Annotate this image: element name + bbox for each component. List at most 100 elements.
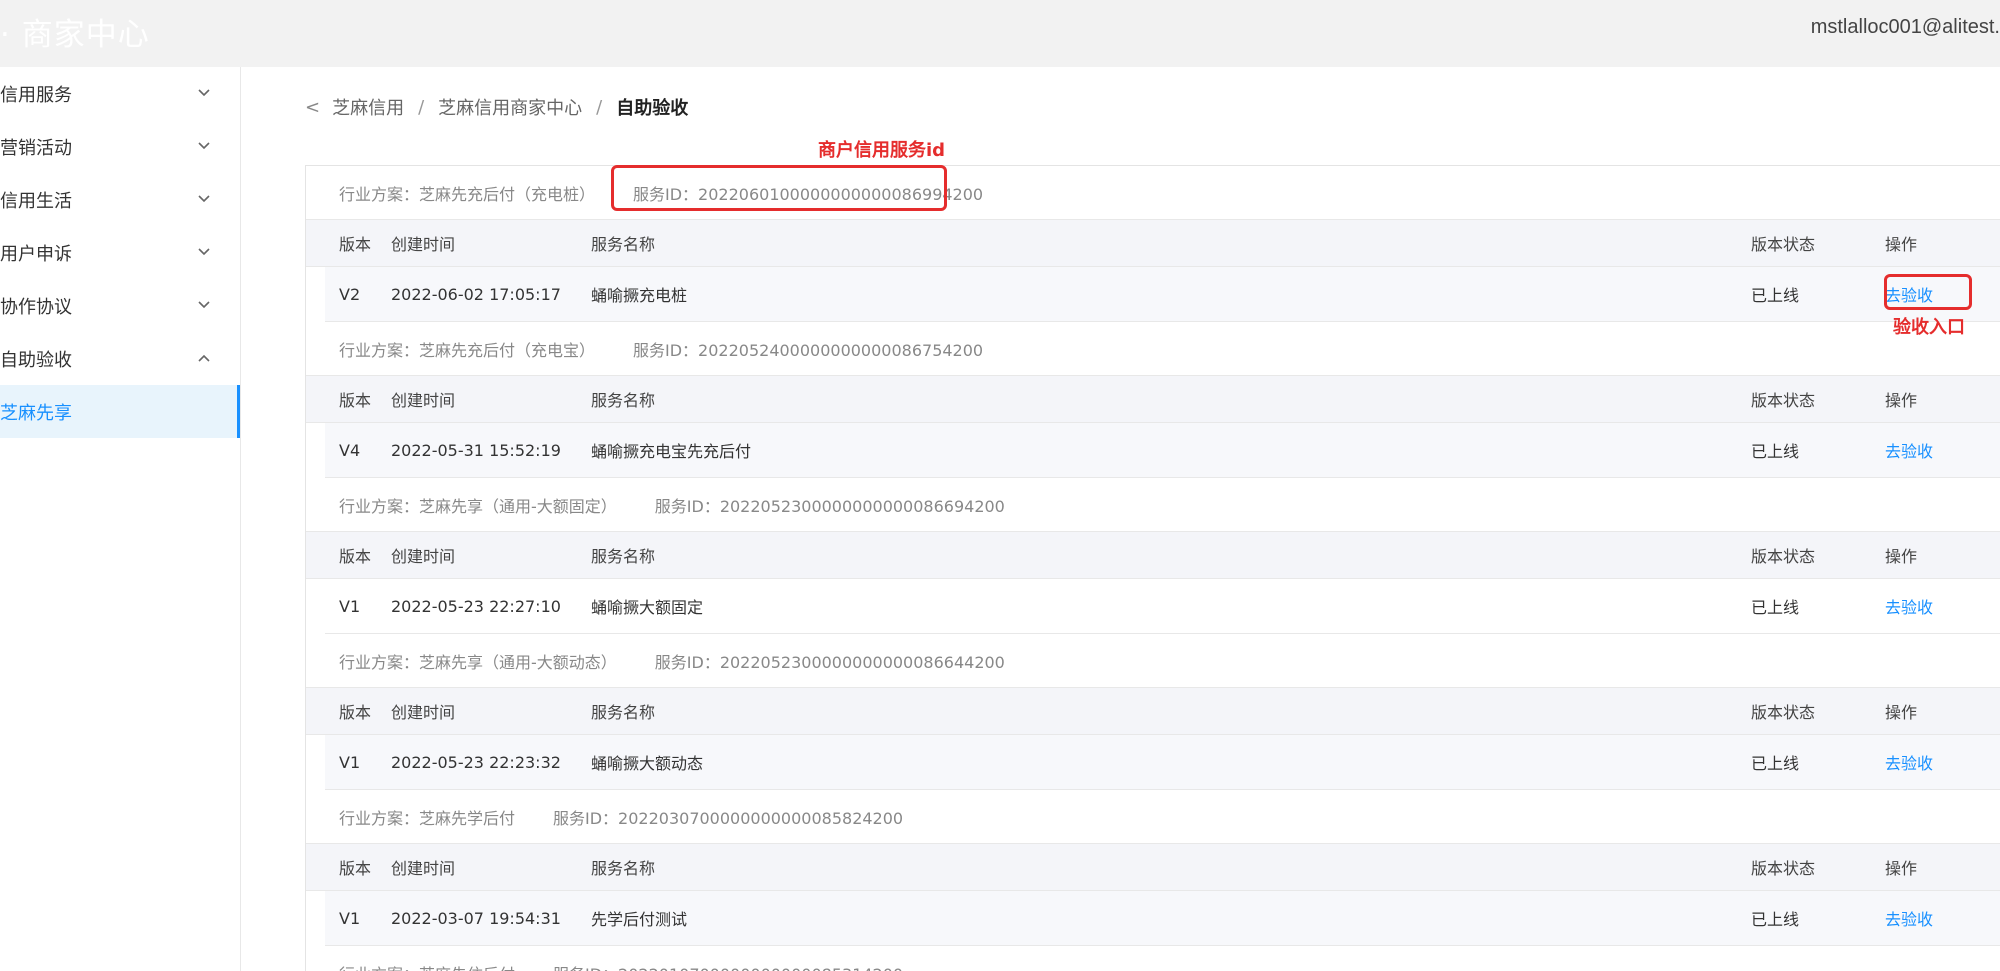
- cell-version: V4: [339, 440, 361, 460]
- col-name: 服务名称: [591, 391, 656, 410]
- col-action: 操作: [1885, 547, 1918, 566]
- col-version: 版本: [339, 859, 372, 878]
- service-id: 服务ID：2022010700000000000085314200: [553, 961, 903, 971]
- service-id: 服务ID：2022052400000000000086754200: [633, 340, 984, 360]
- cell-name: 蛹喻撅充电宝先充后付: [591, 442, 752, 461]
- col-name: 服务名称: [591, 235, 656, 254]
- user-account[interactable]: mstlalloc001@alitest.: [1811, 16, 2000, 39]
- col-action: 操作: [1885, 391, 1918, 410]
- chevron-down-icon: [198, 195, 210, 203]
- scheme-label: 行业方案：芝麻先充后付（充电桩）: [339, 184, 596, 204]
- group-header: 行业方案：芝麻先享（通用-大额动态） 服务ID：2022052300000000…: [306, 634, 2000, 687]
- breadcrumb-separator: /: [596, 96, 603, 118]
- sidebar-item-label: 信用服务: [0, 84, 72, 106]
- cell-version: V1: [339, 596, 361, 616]
- table-header: 版本 创建时间 服务名称 版本状态 操作: [306, 843, 2000, 891]
- breadcrumb-item[interactable]: 芝麻信用: [332, 94, 404, 120]
- sidebar-item-credit-life[interactable]: 信用生活: [0, 173, 240, 226]
- chevron-down-icon: [198, 248, 210, 256]
- scheme-label: 行业方案：芝麻先充后付（充电宝）: [339, 340, 596, 360]
- col-action: 操作: [1885, 703, 1918, 722]
- col-action: 操作: [1885, 859, 1918, 878]
- cell-created: 2022-03-07 19:54:31: [391, 908, 561, 928]
- cell-name: 蛹喻撅大额动态: [591, 754, 704, 773]
- breadcrumb-separator: /: [418, 96, 425, 118]
- cell-version: V1: [339, 752, 361, 772]
- cell-status: 已上线: [1751, 754, 1800, 773]
- table-row: V1 2022-05-23 22:23:32 蛹喻撅大额动态 已上线 去验收: [325, 735, 2000, 790]
- col-name: 服务名称: [591, 703, 656, 722]
- chevron-down-icon: [198, 142, 210, 150]
- col-created: 创建时间: [391, 859, 456, 878]
- table-row: V1 2022-03-07 19:54:31 先学后付测试 已上线 去验收: [325, 891, 2000, 946]
- breadcrumb: < 芝麻信用 / 芝麻信用商家中心 / 自助验收: [305, 94, 688, 120]
- col-created: 创建时间: [391, 703, 456, 722]
- service-id: 服务ID：2022030700000000000085824200: [553, 808, 904, 828]
- col-name: 服务名称: [591, 547, 656, 566]
- scheme-label: 行业方案：芝麻先学后付: [339, 808, 516, 828]
- cell-name: 蛹喻撅充电桩: [591, 286, 688, 305]
- cell-status: 已上线: [1751, 910, 1800, 929]
- group-header: 行业方案：芝麻先学后付 服务ID：20220307000000000000858…: [306, 790, 2000, 843]
- table-header: 版本 创建时间 服务名称 版本状态 操作: [306, 375, 2000, 423]
- sidebar-item-label: 自助验收: [0, 349, 72, 371]
- col-status: 版本状态: [1751, 235, 1816, 254]
- scheme-label: 行业方案：芝麻先享（通用-大额动态）: [339, 652, 617, 672]
- accept-link[interactable]: 去验收: [1885, 750, 1985, 774]
- chevron-down-icon: [198, 301, 210, 309]
- col-action: 操作: [1885, 235, 1918, 254]
- group-header: 行业方案：芝麻先享（通用-大额固定） 服务ID：2022052300000000…: [306, 478, 2000, 531]
- sidebar-item-zhima-xianxiang[interactable]: 芝麻先享: [0, 385, 240, 438]
- sidebar-item-marketing[interactable]: 营销活动: [0, 120, 240, 173]
- group-header: 行业方案：芝麻先充后付（充电宝） 服务ID：202205240000000000…: [306, 322, 2000, 375]
- annotation-service-id-label: 商户信用服务id: [818, 140, 946, 161]
- breadcrumb-item[interactable]: 芝麻信用商家中心: [438, 94, 582, 120]
- col-status: 版本状态: [1751, 547, 1816, 566]
- table-row: V1 2022-05-23 22:27:10 蛹喻撅大额固定 已上线 去验收: [325, 579, 2000, 634]
- breadcrumb-current: 自助验收: [616, 98, 689, 119]
- scheme-label: 行业方案：芝麻先住后付: [339, 961, 515, 971]
- cell-status: 已上线: [1751, 442, 1800, 461]
- table-header: 版本 创建时间 服务名称 版本状态 操作: [306, 531, 2000, 579]
- sidebar-item-label: 芝麻先享: [0, 402, 72, 424]
- col-status: 版本状态: [1751, 859, 1816, 878]
- main-content: < 芝麻信用 / 芝麻信用商家中心 / 自助验收 行业方案：芝麻先充后付（充电桩…: [242, 67, 2000, 971]
- sidebar-item-self-acceptance[interactable]: 自助验收: [0, 332, 240, 385]
- cell-status: 已上线: [1751, 286, 1800, 305]
- table-row: V2 2022-06-02 17:05:17 蛹喻撅充电桩 已上线 去验收: [325, 267, 2000, 322]
- brand-title: · 商家中心: [0, 17, 150, 53]
- cell-status: 已上线: [1751, 598, 1800, 617]
- back-icon[interactable]: <: [305, 97, 320, 118]
- col-version: 版本: [339, 703, 372, 722]
- service-table: 行业方案：芝麻先充后付（充电桩） 服务ID：202206010000000000…: [305, 165, 2000, 971]
- col-version: 版本: [339, 391, 372, 410]
- group-header: 行业方案：芝麻先充后付（充电桩） 服务ID：202206010000000000…: [306, 166, 2000, 219]
- col-status: 版本状态: [1751, 391, 1816, 410]
- top-header: · 商家中心 mstlalloc001@alitest.: [0, 0, 2000, 67]
- col-name: 服务名称: [591, 859, 656, 878]
- col-created: 创建时间: [391, 391, 456, 410]
- sidebar: 信用服务 营销活动 信用生活 用户申诉 协作协议 自助验收 芝麻先享: [0, 67, 241, 971]
- cell-created: 2022-05-31 15:52:19: [391, 440, 561, 460]
- sidebar-item-label: 协作协议: [0, 296, 72, 318]
- cell-created: 2022-05-23 22:27:10: [391, 596, 561, 616]
- chevron-up-icon: [198, 354, 210, 362]
- sidebar-item-credit-service[interactable]: 信用服务: [0, 67, 240, 120]
- sidebar-item-agreement[interactable]: 协作协议: [0, 279, 240, 332]
- sidebar-item-user-appeal[interactable]: 用户申诉: [0, 226, 240, 279]
- cell-name: 先学后付测试: [591, 910, 688, 929]
- col-version: 版本: [339, 235, 372, 254]
- accept-link[interactable]: 去验收: [1885, 438, 1985, 462]
- annotation-service-id-box: [611, 165, 947, 211]
- accept-link[interactable]: 去验收: [1885, 594, 1985, 618]
- cell-name: 蛹喻撅大额固定: [591, 598, 704, 617]
- col-status: 版本状态: [1751, 703, 1816, 722]
- annotation-entry-label: 验收入口: [1893, 317, 1965, 338]
- accept-link[interactable]: 去验收: [1885, 906, 1985, 930]
- sidebar-item-label: 营销活动: [0, 137, 72, 159]
- table-header: 版本 创建时间 服务名称 版本状态 操作: [306, 687, 2000, 735]
- scheme-label: 行业方案：芝麻先享（通用-大额固定）: [339, 496, 617, 516]
- table-header: 版本 创建时间 服务名称 版本状态 操作: [306, 219, 2000, 267]
- annotation-accept-box: [1884, 274, 1972, 310]
- service-id: 服务ID：2022052300000000000086644200: [654, 652, 1005, 672]
